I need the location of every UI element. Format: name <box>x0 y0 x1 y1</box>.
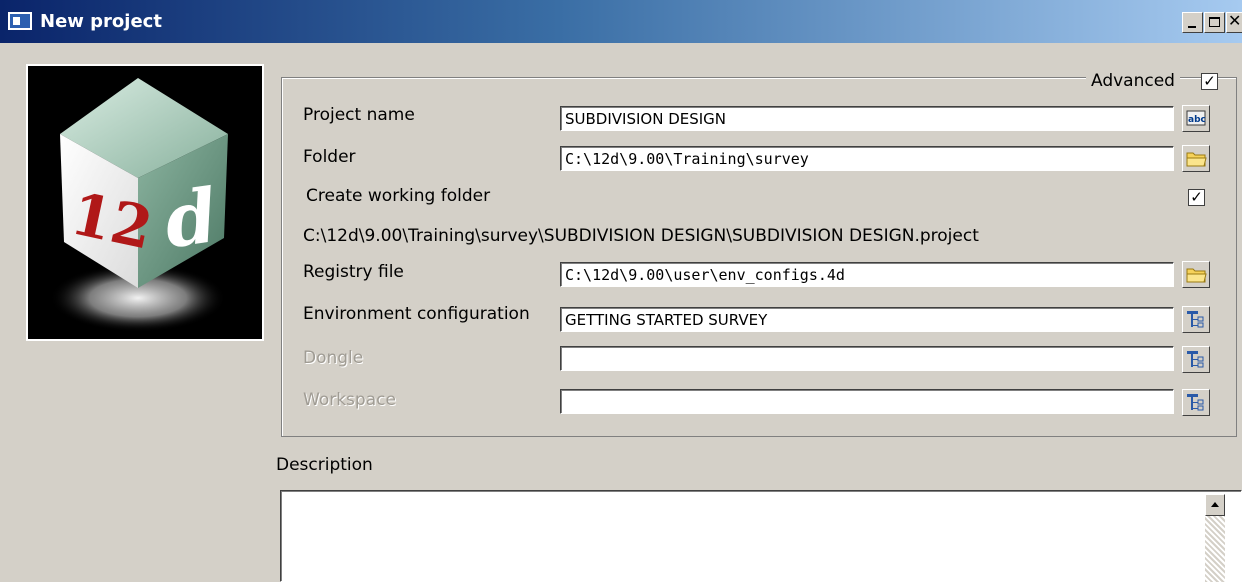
maximize-button[interactable] <box>1204 12 1225 33</box>
close-button[interactable]: ✕ <box>1226 11 1242 33</box>
tree-select-icon <box>1187 394 1204 411</box>
workspace-label: Workspace <box>303 390 396 410</box>
checkmark-icon: ✓ <box>1203 72 1216 90</box>
minimize-button[interactable] <box>1182 12 1203 33</box>
description-label: Description <box>276 455 373 475</box>
folder-label: Folder <box>303 147 356 167</box>
description-scrollbar[interactable] <box>1205 494 1225 582</box>
registry-file-label: Registry file <box>303 262 404 282</box>
app-logo: 12 d <box>26 64 264 341</box>
create-working-folder-checkbox[interactable]: ✓ <box>1188 189 1205 206</box>
workspace-input[interactable] <box>560 389 1174 414</box>
environment-configuration-select-button[interactable] <box>1182 306 1210 333</box>
close-icon: ✕ <box>1228 11 1242 30</box>
dongle-select-button[interactable] <box>1182 346 1210 373</box>
folder-icon <box>1186 152 1207 167</box>
project-name-label: Project name <box>303 105 415 125</box>
svg-text:abc: abc <box>1188 115 1206 125</box>
advanced-groupbox <box>281 77 1237 437</box>
project-name-input[interactable]: SUBDIVISION DESIGN <box>560 106 1174 131</box>
folder-icon <box>1186 268 1207 283</box>
workspace-select-button[interactable] <box>1182 389 1210 416</box>
scroll-up-button[interactable] <box>1205 494 1225 516</box>
minimize-icon <box>1188 26 1196 28</box>
environment-configuration-input[interactable]: GETTING STARTED SURVEY <box>560 307 1174 332</box>
description-textarea[interactable] <box>280 490 1242 582</box>
folder-input[interactable]: C:\12d\9.00\Training\survey <box>560 146 1174 171</box>
create-working-folder-label: Create working folder <box>306 186 491 206</box>
project-name-abc-button[interactable]: abc <box>1182 105 1210 132</box>
dongle-input[interactable] <box>560 346 1174 371</box>
tree-select-icon <box>1187 351 1204 368</box>
window-icon <box>8 12 32 30</box>
advanced-checkbox[interactable]: ✓ <box>1201 73 1218 90</box>
project-path-text: C:\12d\9.00\Training\survey\SUBDIVISION … <box>303 226 979 246</box>
registry-file-input[interactable]: C:\12d\9.00\user\env_configs.4d <box>560 262 1174 287</box>
environment-configuration-label: Environment configuration <box>303 304 530 324</box>
registry-file-browse-button[interactable] <box>1182 261 1210 288</box>
tree-select-icon <box>1187 311 1204 328</box>
dongle-label: Dongle <box>303 348 364 368</box>
checkmark-icon: ✓ <box>1190 188 1203 206</box>
maximize-icon <box>1209 17 1220 27</box>
abc-icon: abc <box>1186 110 1206 126</box>
title-bar: New project ✕ <box>0 0 1242 43</box>
folder-browse-button[interactable] <box>1182 145 1210 172</box>
window-title: New project <box>40 11 162 32</box>
advanced-label: Advanced <box>1086 71 1180 91</box>
12d-cube-logo: 12 d <box>50 78 228 332</box>
